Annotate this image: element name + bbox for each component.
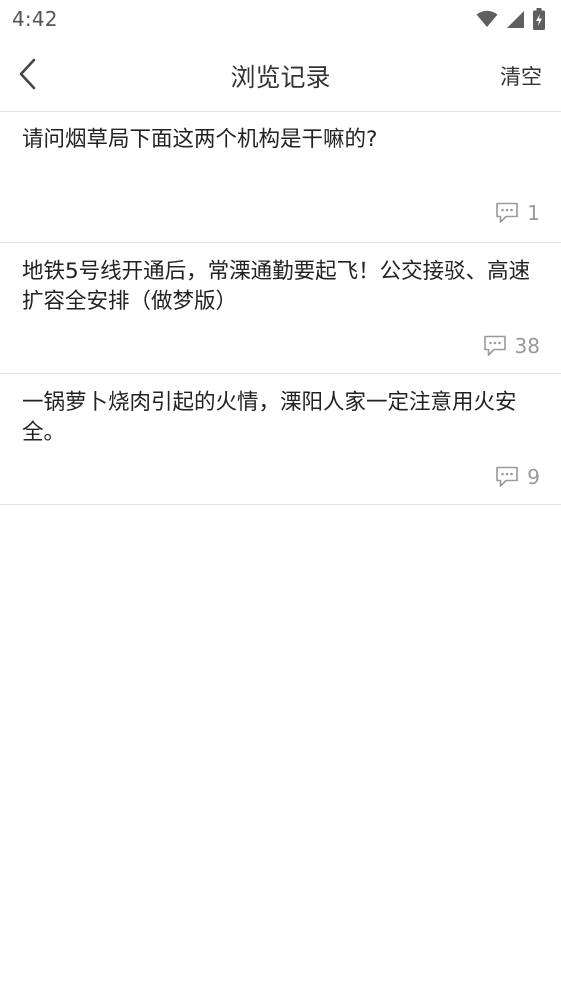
- comment-count-group: 38: [483, 334, 540, 358]
- history-item[interactable]: 请问烟草局下面这两个机构是干嘛的? 1: [0, 112, 561, 243]
- history-item-title: 地铁5号线开通后，常溧通勤要起飞！公交接驳、高速扩容全安排（做梦版）: [22, 259, 531, 314]
- comment-icon: [496, 202, 519, 223]
- status-time: 4:42: [12, 7, 58, 31]
- history-list: 请问烟草局下面这两个机构是干嘛的? 1 地铁5号线开通后，常溧通勤要起飞！公交接…: [0, 112, 561, 505]
- status-bar: 4:42: [0, 0, 561, 38]
- status-icons: [476, 7, 545, 31]
- cellular-signal-icon: [507, 10, 524, 28]
- comment-count: 38: [514, 334, 540, 358]
- history-item-title: 请问烟草局下面这两个机构是干嘛的?: [22, 127, 378, 152]
- comment-count: 9: [527, 465, 540, 489]
- header-bar: 浏览记录 清空: [0, 38, 561, 112]
- comment-count-group: 1: [495, 201, 540, 225]
- clear-button[interactable]: 清空: [500, 61, 542, 91]
- history-item[interactable]: 一锅萝卜烧肉引起的火情，溧阳人家一定注意用火安全。 9: [0, 374, 561, 505]
- comment-count-group: 9: [495, 465, 540, 489]
- wifi-icon: [476, 10, 498, 27]
- battery-charging-icon: [533, 8, 545, 30]
- comment-count: 1: [527, 201, 540, 225]
- history-item[interactable]: 地铁5号线开通后，常溧通勤要起飞！公交接驳、高速扩容全安排（做梦版） 38: [0, 243, 561, 374]
- comment-icon: [483, 335, 506, 356]
- history-item-title: 一锅萝卜烧肉引起的火情，溧阳人家一定注意用火安全。: [22, 390, 517, 445]
- comment-icon: [496, 466, 519, 487]
- page-title: 浏览记录: [230, 63, 331, 92]
